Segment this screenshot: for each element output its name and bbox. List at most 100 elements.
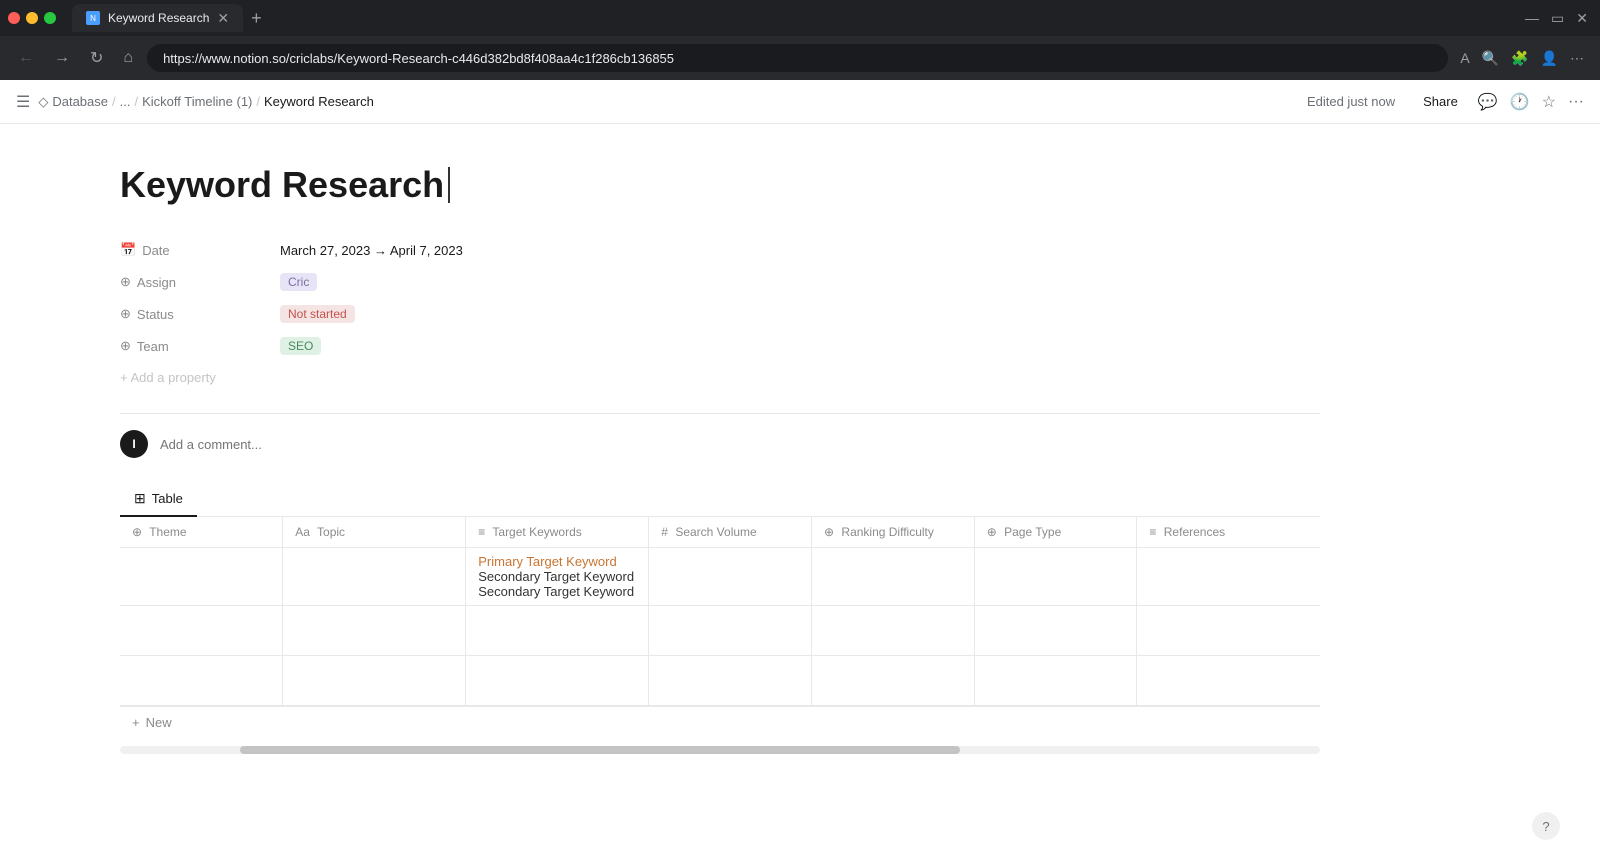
- status-tag[interactable]: Not started: [280, 305, 355, 323]
- home-button[interactable]: ⌂: [117, 45, 139, 71]
- th-theme-label: Theme: [149, 525, 186, 539]
- maximize-window-button[interactable]: [44, 12, 56, 24]
- new-tab-button[interactable]: +: [247, 8, 266, 29]
- cell-search-2[interactable]: [649, 656, 812, 706]
- horizontal-scrollbar[interactable]: [120, 746, 1320, 754]
- history-icon[interactable]: 🕐: [1510, 92, 1530, 112]
- th-theme[interactable]: ⊕ Theme: [120, 517, 283, 548]
- cell-theme-0[interactable]: [120, 548, 283, 606]
- cell-keywords-2[interactable]: [466, 656, 649, 706]
- cell-search-1[interactable]: [649, 606, 812, 656]
- property-assign-row: ⊕ Assign Cric: [120, 266, 1320, 298]
- th-page-icon: ⊕: [987, 525, 997, 539]
- user-avatar: I: [120, 430, 148, 458]
- titlebar-close-icon[interactable]: ✕: [1572, 6, 1592, 31]
- more-options-icon[interactable]: ⋯: [1566, 46, 1588, 71]
- cell-keywords-1[interactable]: [466, 606, 649, 656]
- th-page-label: Page Type: [1004, 525, 1061, 539]
- assign-tag[interactable]: Cric: [280, 273, 317, 291]
- property-status-label[interactable]: ⊕ Status: [120, 306, 280, 322]
- tab-title: Keyword Research: [108, 11, 209, 25]
- breadcrumb-db-icon[interactable]: ◇: [38, 94, 48, 110]
- th-topic[interactable]: Aa Topic: [283, 517, 466, 548]
- property-status-value[interactable]: Not started: [280, 305, 355, 323]
- property-assign-value[interactable]: Cric: [280, 273, 317, 291]
- profile-icon[interactable]: 👤: [1537, 46, 1562, 71]
- favorite-icon[interactable]: ☆: [1542, 92, 1556, 112]
- comment-icon[interactable]: 💬: [1478, 92, 1498, 112]
- th-references[interactable]: ≡ References: [1137, 517, 1320, 548]
- th-ranking[interactable]: ⊕ Ranking Difficulty: [812, 517, 975, 548]
- table-row[interactable]: Primary Target Keyword Secondary Target …: [120, 548, 1320, 606]
- cell-page-2[interactable]: [974, 656, 1137, 706]
- cell-theme-2[interactable]: [120, 656, 283, 706]
- add-property-button[interactable]: + Add a property: [120, 366, 1320, 389]
- help-button[interactable]: ?: [1532, 812, 1560, 840]
- breadcrumb-database[interactable]: Database: [52, 94, 108, 109]
- property-date-row: 📅 Date March 27, 2023 → April 7, 2023: [120, 234, 1320, 266]
- property-date-label[interactable]: 📅 Date: [120, 242, 280, 258]
- share-button[interactable]: Share: [1415, 90, 1466, 113]
- th-ranking-label: Ranking Difficulty: [841, 525, 933, 539]
- property-team-value[interactable]: SEO: [280, 337, 321, 355]
- extension-icon[interactable]: 🧩: [1507, 46, 1532, 71]
- table-row[interactable]: [120, 656, 1320, 706]
- date-label-text: Date: [142, 243, 169, 258]
- notion-topbar: ☰ ◇ Database / ... / Kickoff Timeline (1…: [0, 80, 1600, 124]
- titlebar-restore-icon[interactable]: ▭: [1547, 6, 1568, 31]
- team-tag[interactable]: SEO: [280, 337, 321, 355]
- forward-button[interactable]: →: [48, 45, 76, 71]
- breadcrumb-ellipsis[interactable]: ...: [120, 94, 131, 109]
- breadcrumb-kickoff[interactable]: Kickoff Timeline (1): [142, 94, 252, 109]
- date-value-text: March 27, 2023 → April 7, 2023: [280, 243, 463, 258]
- assign-icon: ⊕: [120, 274, 131, 290]
- cell-ref-0[interactable]: [1137, 548, 1320, 606]
- close-window-button[interactable]: [8, 12, 20, 24]
- cell-ranking-0[interactable]: [812, 548, 975, 606]
- new-row-plus-icon: +: [132, 715, 140, 730]
- address-input[interactable]: [147, 44, 1448, 72]
- window-controls: [8, 12, 56, 24]
- cell-ranking-2[interactable]: [812, 656, 975, 706]
- zoom-icon[interactable]: 🔍: [1478, 46, 1503, 71]
- property-team-label[interactable]: ⊕ Team: [120, 338, 280, 354]
- tab-bar: N Keyword Research ✕ +: [72, 4, 1513, 32]
- cell-search-0[interactable]: [649, 548, 812, 606]
- th-topic-icon: Aa: [295, 525, 310, 539]
- translate-icon[interactable]: A: [1456, 46, 1473, 70]
- tab-table[interactable]: ⊞ Table: [120, 482, 197, 517]
- cell-ref-1[interactable]: [1137, 606, 1320, 656]
- cell-topic-0[interactable]: [283, 548, 466, 606]
- table-header-row: ⊕ Theme Aa Topic ≡ Target Keywords # Sea…: [120, 517, 1320, 548]
- tab-close-button[interactable]: ✕: [217, 11, 229, 25]
- more-icon[interactable]: ···: [1568, 93, 1584, 111]
- table-tab-label: Table: [152, 491, 183, 506]
- cell-ref-2[interactable]: [1137, 656, 1320, 706]
- scroll-thumb[interactable]: [240, 746, 960, 754]
- table-row[interactable]: [120, 606, 1320, 656]
- minimize-window-button[interactable]: [26, 12, 38, 24]
- new-row-button[interactable]: + New: [120, 706, 1320, 738]
- property-assign-label[interactable]: ⊕ Assign: [120, 274, 280, 290]
- cell-topic-2[interactable]: [283, 656, 466, 706]
- refresh-button[interactable]: ↻: [84, 44, 109, 72]
- back-button[interactable]: ←: [12, 45, 40, 71]
- th-page-type[interactable]: ⊕ Page Type: [974, 517, 1137, 548]
- comment-input[interactable]: [160, 437, 1320, 452]
- cell-page-0[interactable]: [974, 548, 1137, 606]
- property-date-value[interactable]: March 27, 2023 → April 7, 2023: [280, 243, 463, 258]
- comment-row: I: [120, 430, 1320, 458]
- cell-keywords-0[interactable]: Primary Target Keyword Secondary Target …: [466, 548, 649, 606]
- cell-ranking-1[interactable]: [812, 606, 975, 656]
- cell-theme-1[interactable]: [120, 606, 283, 656]
- titlebar-minimize-icon[interactable]: —: [1521, 6, 1543, 30]
- th-keywords[interactable]: ≡ Target Keywords: [466, 517, 649, 548]
- th-search-volume[interactable]: # Search Volume: [649, 517, 812, 548]
- edited-label: Edited just now: [1299, 90, 1403, 113]
- cell-page-1[interactable]: [974, 606, 1137, 656]
- page-title-text[interactable]: Keyword Research: [120, 164, 444, 206]
- sidebar-toggle-icon[interactable]: ☰: [16, 92, 30, 112]
- active-tab[interactable]: N Keyword Research ✕: [72, 4, 243, 32]
- cell-topic-1[interactable]: [283, 606, 466, 656]
- th-search-icon: #: [661, 525, 668, 539]
